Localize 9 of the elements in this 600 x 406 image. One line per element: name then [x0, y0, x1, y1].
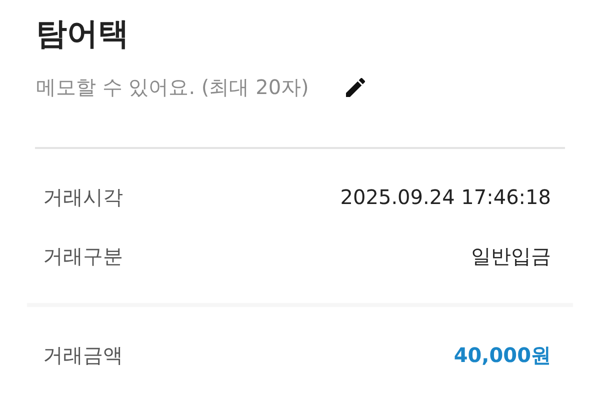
field-value: 2025.09.24 17:46:18 — [340, 184, 551, 211]
field-label: 거래시각 — [43, 184, 123, 211]
edit-icon[interactable] — [346, 78, 365, 97]
field-label: 거래구분 — [43, 242, 123, 270]
memo-field[interactable]: 메모할 수 있어요. (최대 20자) — [36, 72, 336, 102]
field-label: 거래금액 — [43, 342, 123, 369]
amount-value: 40,000원 — [454, 342, 551, 369]
field-value: 일반입금 — [471, 242, 551, 270]
title: 탐어택 — [36, 15, 130, 54]
